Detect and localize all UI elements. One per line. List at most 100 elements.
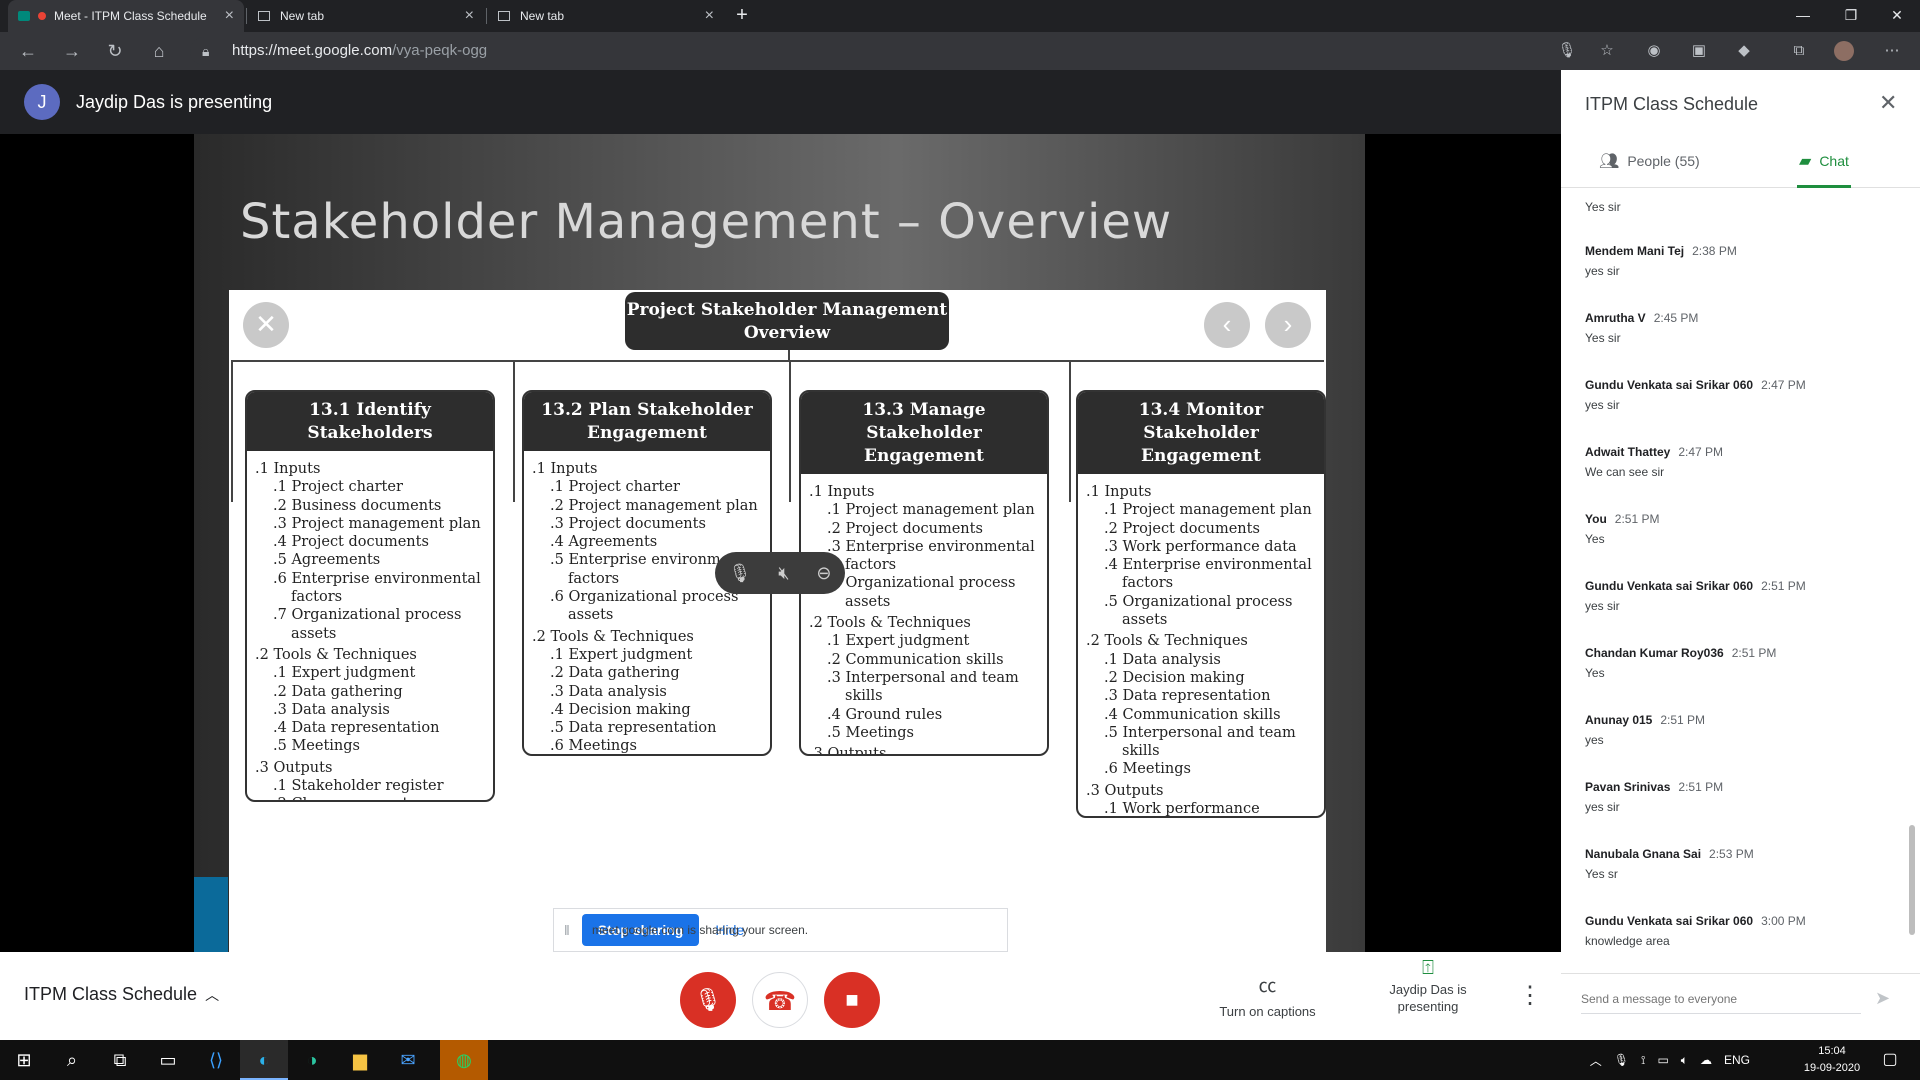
tab-chat[interactable]: ▰ Chat xyxy=(1797,134,1851,188)
mail-icon[interactable]: ✉ xyxy=(384,1040,432,1080)
favorite-star-icon[interactable]: ☆ xyxy=(1596,40,1618,62)
connector-line xyxy=(789,360,791,502)
chat-sender: Mendem Mani Tej xyxy=(1585,244,1685,258)
send-icon[interactable]: ➤ xyxy=(1875,988,1890,1009)
lock-icon: 🔒︎ xyxy=(202,43,210,59)
onedrive-icon[interactable]: ☁ xyxy=(1700,1053,1712,1067)
chat-sender: You xyxy=(1585,512,1607,526)
back-button[interactable]: ← xyxy=(14,38,42,64)
network-icon[interactable]: ⟟ xyxy=(1641,1053,1645,1068)
new-tab-favicon-icon xyxy=(258,11,270,21)
home-button[interactable]: ⌂ xyxy=(145,38,173,64)
tab-people[interactable]: 👥︎ People (55) xyxy=(1599,134,1700,188)
language-indicator[interactable]: ENG xyxy=(1724,1053,1750,1067)
microphone-toggle-button[interactable]: 🎙︎ xyxy=(680,972,736,1028)
meet-favicon-icon xyxy=(18,11,30,21)
tab-meet[interactable]: Meet - ITPM Class Schedule × xyxy=(8,0,244,32)
extension-icon[interactable]: ◆ xyxy=(1733,40,1755,62)
panel-close-icon[interactable]: ✕ xyxy=(1879,90,1897,116)
captions-button[interactable]: ㏄ Turn on captions xyxy=(1215,972,1320,1019)
process-item: .5 Agreements xyxy=(273,552,381,569)
show-hidden-icons-icon[interactable]: ︿ xyxy=(1590,1052,1602,1069)
clock-date: 19-09-2020 xyxy=(1803,1062,1861,1074)
notifications-icon[interactable]: ▢ xyxy=(1870,1040,1910,1080)
vscode-icon[interactable]: ⟨⟩ xyxy=(192,1040,240,1080)
edge-beta-icon[interactable]: ◑ xyxy=(288,1040,336,1080)
diagram-prev-icon[interactable]: ‹ xyxy=(1204,302,1250,348)
microphone-icon[interactable]: 🎙︎ xyxy=(1614,1053,1629,1067)
taskbar-clock[interactable]: 15:04 19-09-2020 xyxy=(1800,1043,1864,1077)
presentation-slide: Stakeholder Management – Overview ✕ ‹ › … xyxy=(194,134,1365,952)
chat-message-text: yes sir xyxy=(1585,264,1620,278)
process-section-heading: .3 Outputs xyxy=(1086,782,1164,799)
chat-message: Anunay 015 2:51 PM yes xyxy=(1585,713,1895,747)
diagram-next-icon[interactable]: › xyxy=(1265,302,1311,348)
chat-scrollbar[interactable] xyxy=(1909,825,1915,935)
windows-start-icon[interactable]: ⊞ xyxy=(0,1040,48,1080)
process-title: 13.2 Plan Stakeholder Engagement xyxy=(524,392,770,451)
terminal-icon[interactable]: ▭ xyxy=(144,1040,192,1080)
chat-time: 2:47 PM xyxy=(1761,378,1806,392)
tab-new[interactable]: New tab × xyxy=(248,0,484,32)
window-close-button[interactable]: ✕ xyxy=(1874,0,1920,32)
captions-label: Turn on captions xyxy=(1219,1004,1316,1019)
chat-time: 2:47 PM xyxy=(1678,445,1724,459)
tab-close-icon[interactable]: × xyxy=(465,8,474,24)
tab-title: New tab xyxy=(280,9,325,23)
extension-icon[interactable]: ◉ xyxy=(1643,40,1665,62)
camera-toggle-button[interactable]: ■ xyxy=(824,972,880,1028)
people-tab-label: People (55) xyxy=(1627,153,1700,169)
file-explorer-icon[interactable]: ▆ xyxy=(336,1040,384,1080)
side-panel: ITPM Class Schedule ✕ 👥︎ People (55) ▰ Cha… xyxy=(1561,70,1920,1040)
battery-icon[interactable]: ▭ xyxy=(1657,1053,1668,1067)
chat-input[interactable] xyxy=(1581,984,1861,1014)
extension-icon[interactable]: ▣ xyxy=(1688,40,1710,62)
minimize-circle-icon[interactable]: ⊖ xyxy=(816,563,831,584)
process-item: .2 Business documents xyxy=(273,497,442,514)
tab-close-icon[interactable]: × xyxy=(225,8,234,24)
presenting-button[interactable]: ⍐ Jaydip Das is presenting xyxy=(1378,958,1478,1015)
process-item: .5 Data representation xyxy=(550,720,717,737)
process-item: .4 Decision making xyxy=(550,701,691,718)
minimize-button[interactable]: — xyxy=(1780,0,1826,32)
profile-avatar[interactable] xyxy=(1833,40,1855,62)
new-tab-button[interactable]: + xyxy=(730,4,754,28)
forward-button[interactable]: → xyxy=(58,38,86,64)
process-item: .1 Expert judgment xyxy=(827,633,970,650)
chat-message-header: Gundu Venkata sai Srikar 060 2:47 PM xyxy=(1585,378,1895,392)
chat-message: Nanubala Gnana Sai 2:53 PM Yes sr xyxy=(1585,847,1895,881)
reload-button[interactable]: ↻ xyxy=(101,38,129,64)
collections-icon[interactable]: ⧉ xyxy=(1788,40,1810,62)
chevron-up-icon: ︿ xyxy=(205,987,220,1003)
volume-icon[interactable]: 🔈︎ xyxy=(1681,1053,1688,1068)
whatsapp-icon[interactable]: ◍ xyxy=(440,1040,488,1080)
chat-message-text: Yes xyxy=(1585,532,1605,546)
process-item: .7 Organizational process assets xyxy=(273,607,462,642)
edge-icon[interactable]: ◐ xyxy=(240,1040,288,1080)
mic-off-icon[interactable]: 🎙︎ xyxy=(728,563,751,584)
diagram-close-icon[interactable]: ✕ xyxy=(243,302,289,348)
chat-message-header: Nanubala Gnana Sai 2:53 PM xyxy=(1585,847,1895,861)
search-icon[interactable]: ⌕ xyxy=(48,1040,96,1080)
leave-call-button[interactable]: ☎︎ xyxy=(752,972,808,1028)
chat-message-header: Gundu Venkata sai Srikar 060 2:51 PM xyxy=(1585,579,1895,593)
tab-new[interactable]: New tab × xyxy=(488,0,724,32)
speaker-off-icon[interactable]: 🔇︎ xyxy=(778,563,789,584)
meeting-details-button[interactable]: ITPM Class Schedule ︿ xyxy=(24,984,219,1005)
process-item: .3 Data representation xyxy=(1104,688,1271,705)
process-item: .1 Stakeholder register xyxy=(273,778,444,795)
address-bar[interactable]: 🔒︎ https://meet.google.com/vya-peqk-ogg xyxy=(190,37,1615,65)
process-item: .1 Project charter xyxy=(550,479,680,496)
task-view-icon[interactable]: ⧉ xyxy=(96,1040,144,1080)
more-options-button[interactable]: ⋮ xyxy=(1518,980,1542,1012)
process-title: 13.1 Identify Stakeholders xyxy=(247,392,493,451)
more-menu-icon[interactable]: ⋯ xyxy=(1881,40,1903,62)
process-item: .4 Enterprise environmental factors xyxy=(1104,557,1312,592)
maximize-button[interactable]: ❐ xyxy=(1828,0,1874,32)
tab-close-icon[interactable]: × xyxy=(705,8,714,24)
process-section-heading: .1 Inputs xyxy=(809,484,875,500)
chat-message-list[interactable]: Yes sir Mendem Mani Tej 2:38 PM yes sir Amr… xyxy=(1561,188,1906,973)
drag-handle-icon[interactable]: ‖ xyxy=(564,922,570,938)
chat-time: 2:51 PM xyxy=(1678,780,1724,794)
microphone-icon[interactable]: 🎙︎ xyxy=(1556,40,1578,62)
